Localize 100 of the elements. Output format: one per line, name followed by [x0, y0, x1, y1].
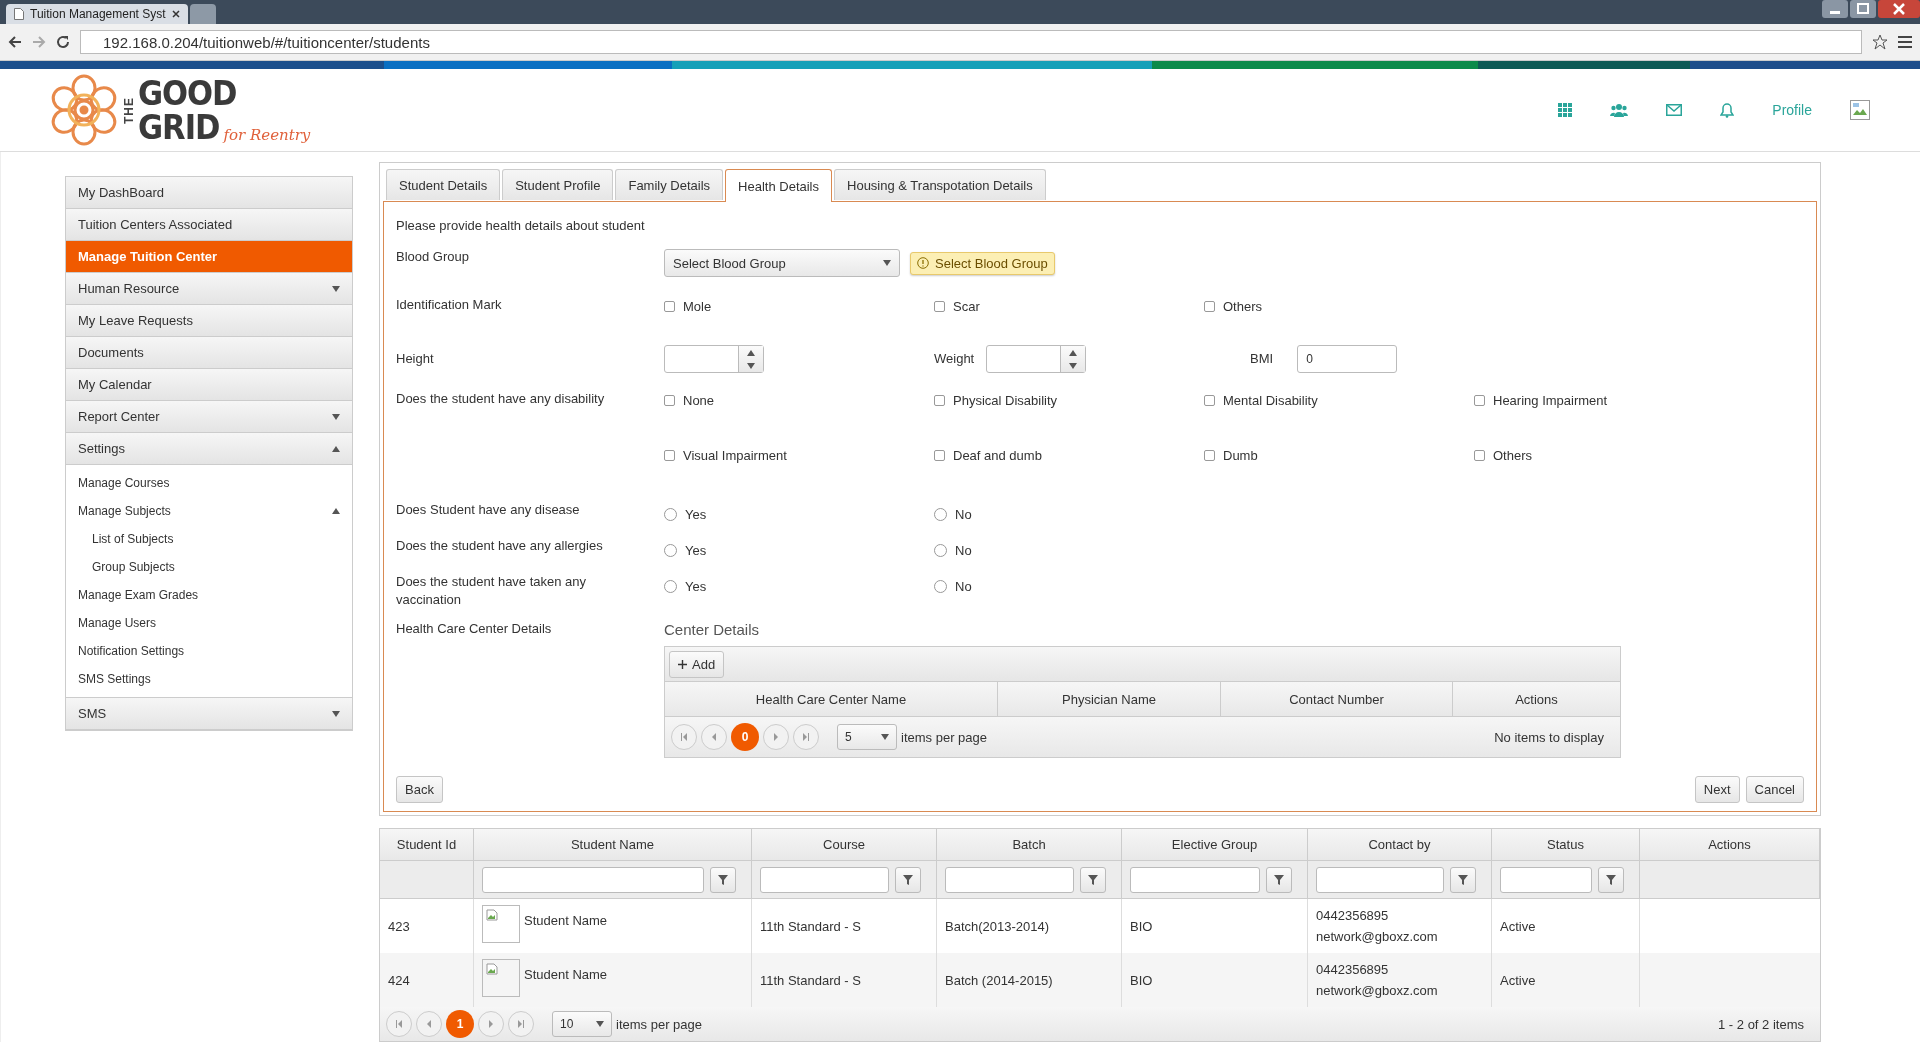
checkbox[interactable] — [934, 395, 945, 406]
sidebar-item[interactable]: SMS — [66, 698, 352, 730]
page-size-select[interactable]: 10 — [552, 1011, 612, 1037]
option-label: Dumb — [1223, 448, 1258, 463]
radio-button[interactable] — [664, 544, 677, 557]
filter-field[interactable] — [482, 866, 704, 893]
sidebar-item[interactable]: Settings — [66, 433, 352, 465]
cancel-button[interactable]: Cancel — [1745, 776, 1804, 803]
checkbox[interactable] — [1204, 301, 1215, 312]
filter-button[interactable] — [1450, 866, 1476, 893]
blood-group-select[interactable]: Select Blood Group — [664, 249, 900, 277]
sidebar-item[interactable]: My Leave Requests — [66, 305, 352, 337]
logo-tagline: for Reentry — [223, 126, 311, 144]
sidebar-item[interactable]: My Calendar — [66, 369, 352, 401]
bmi-field[interactable]: 0 — [1297, 345, 1398, 373]
next-button[interactable]: Next — [1694, 776, 1740, 803]
form-tab[interactable]: Housing & Transpotation Details — [834, 169, 1046, 200]
filter-field[interactable] — [1316, 866, 1444, 893]
number-field[interactable] — [986, 345, 1087, 373]
pager-button[interactable] — [386, 1011, 412, 1037]
back-icon[interactable] — [8, 35, 22, 49]
pager-label: items per page — [901, 729, 987, 745]
pager-arrow-icon — [487, 1020, 495, 1028]
browser-tab[interactable]: Tuition Management Syst — [6, 4, 188, 24]
filter-button[interactable] — [710, 866, 736, 893]
reload-icon[interactable] — [56, 35, 70, 49]
filter-button[interactable] — [1266, 866, 1292, 893]
filter-field[interactable] — [945, 866, 1074, 893]
form-tab[interactable]: Student Details — [386, 169, 501, 200]
sidebar-item[interactable]: Documents — [66, 337, 352, 369]
menu-icon[interactable] — [1898, 36, 1912, 48]
sidebar-subitem[interactable]: SMS Settings — [66, 665, 352, 693]
field-label: Health Care Center Details — [396, 621, 553, 636]
address-bar[interactable]: 192.168.0.204/tuitionweb/#/tuitioncenter/students — [80, 30, 1862, 54]
page-size-select[interactable]: 5 — [837, 724, 897, 750]
back-button[interactable]: Back — [396, 776, 443, 803]
checkbox[interactable] — [1474, 450, 1485, 461]
mail-icon[interactable] — [1666, 104, 1683, 116]
pager-button[interactable] — [416, 1011, 442, 1037]
grid-icon[interactable] — [1558, 103, 1573, 117]
filter-button[interactable] — [1598, 866, 1624, 893]
filter-field[interactable] — [1130, 866, 1260, 893]
pager-status: No items to display — [1494, 729, 1605, 745]
maximize-icon[interactable] — [1850, 0, 1876, 18]
sidebar-item[interactable]: Report Center — [66, 401, 352, 433]
option-label: Others — [1223, 299, 1262, 314]
filter-field[interactable] — [760, 866, 889, 893]
people-icon[interactable] — [1610, 103, 1629, 117]
caret-up-icon — [332, 445, 340, 452]
minimize-icon[interactable] — [1822, 0, 1848, 18]
pager-button[interactable] — [763, 724, 789, 750]
radio-button[interactable] — [664, 580, 677, 593]
bell-icon[interactable] — [1720, 102, 1735, 118]
checkbox[interactable] — [1474, 395, 1485, 406]
filter-field[interactable] — [1500, 866, 1592, 893]
checkbox[interactable] — [664, 450, 675, 461]
checkbox[interactable] — [664, 395, 675, 406]
option-label: Hearing Impairment — [1493, 393, 1608, 408]
logo-text: GRID — [138, 110, 220, 144]
pager-button[interactable] — [793, 724, 819, 750]
pager-button[interactable] — [701, 724, 727, 750]
pager-status: 1 - 2 of 2 items — [1718, 1016, 1805, 1032]
filter-button[interactable] — [1080, 866, 1106, 893]
column-header: Physician Name — [998, 682, 1221, 716]
star-icon[interactable] — [1872, 34, 1888, 50]
sidebar-item[interactable]: Human Resource — [66, 273, 352, 305]
pager-button[interactable] — [671, 724, 697, 750]
sidebar-subitem[interactable]: Manage Courses — [66, 469, 352, 497]
add-button[interactable]: Add — [669, 650, 725, 678]
sidebar-subitem[interactable]: Manage Exam Grades — [66, 581, 352, 609]
sidebar-subitem[interactable]: Group Subjects — [66, 553, 352, 581]
radio-button[interactable] — [934, 544, 947, 557]
sidebar-subitem[interactable]: Notification Settings — [66, 637, 352, 665]
sidebar-subitem[interactable]: List of Subjects — [66, 525, 352, 553]
intro-text: Please provide health details about student — [396, 218, 646, 233]
checkbox[interactable] — [934, 301, 945, 312]
sidebar-subitem[interactable]: Manage Users — [66, 609, 352, 637]
filter-button[interactable] — [895, 866, 921, 893]
forward-icon[interactable] — [32, 35, 46, 49]
field-label: Does the student have any allergies — [396, 537, 604, 555]
pager-button[interactable] — [508, 1011, 534, 1037]
form-tab[interactable]: Health Details — [725, 169, 832, 202]
radio-button[interactable] — [934, 580, 947, 593]
checkbox[interactable] — [1204, 450, 1215, 461]
radio-button[interactable] — [934, 508, 947, 521]
sidebar-subitem[interactable]: Manage Subjects — [66, 497, 352, 525]
checkbox[interactable] — [664, 301, 675, 312]
caret-down-icon — [332, 285, 340, 292]
number-field[interactable] — [664, 345, 764, 373]
radio-button[interactable] — [664, 508, 677, 521]
form-tab[interactable]: Student Profile — [502, 169, 614, 200]
caret-down-icon — [332, 413, 340, 420]
pager-button[interactable] — [478, 1011, 504, 1037]
caret-down-icon — [596, 1021, 604, 1027]
sidebar-item[interactable]: My DashBoard — [66, 177, 352, 209]
close-icon[interactable] — [1878, 0, 1920, 18]
checkbox[interactable] — [1204, 395, 1215, 406]
form-tab[interactable]: Family Details — [615, 169, 724, 200]
checkbox[interactable] — [934, 450, 945, 461]
sidebar-item[interactable]: Tuition Centers Associated — [66, 209, 352, 241]
